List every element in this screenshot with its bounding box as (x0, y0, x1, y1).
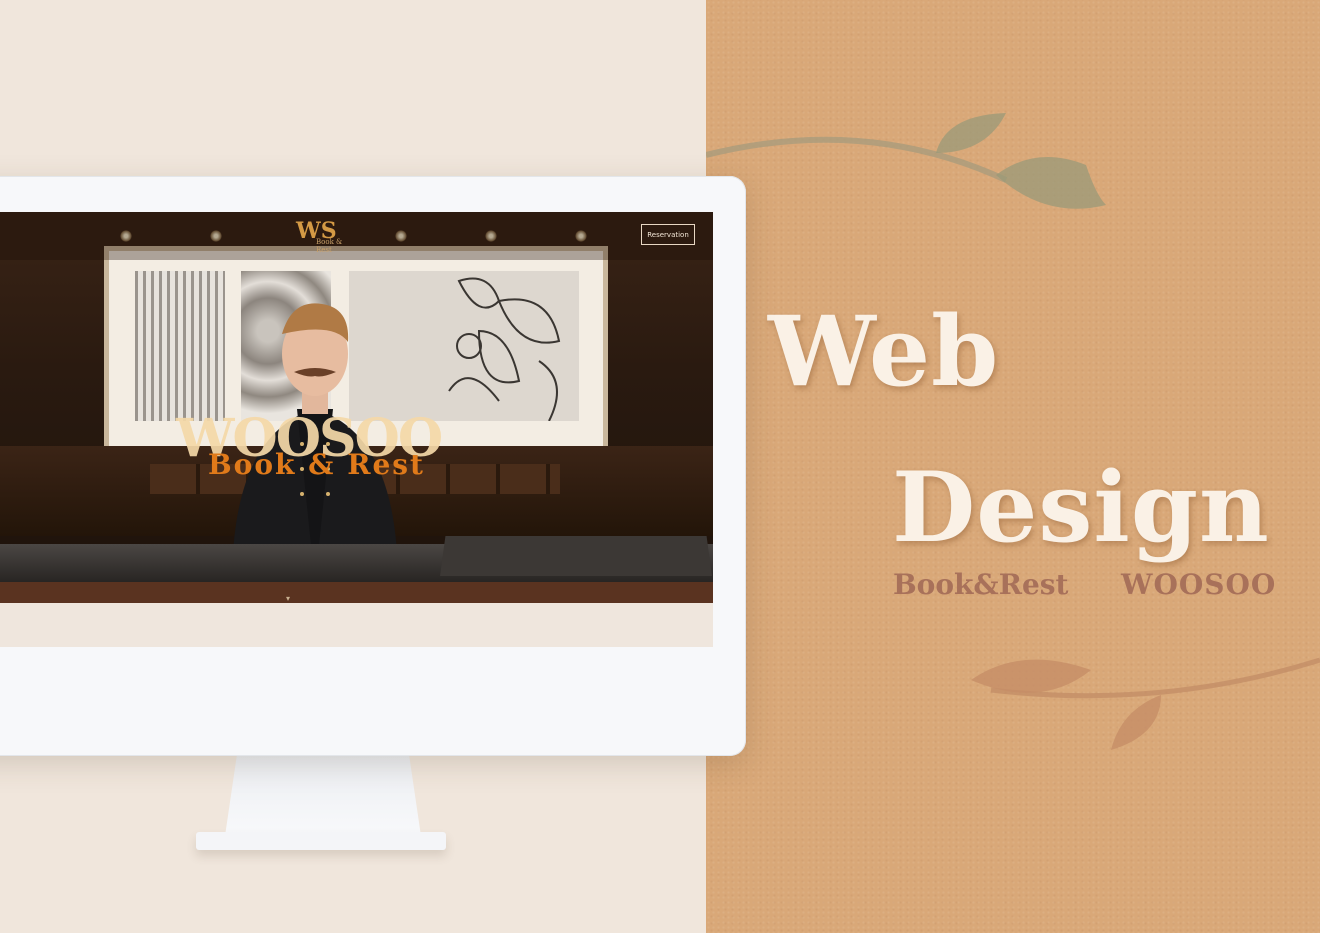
monitor-stand-base (196, 832, 446, 850)
headline-web: Web (768, 295, 1000, 408)
leaf-branch-icon (971, 657, 1320, 750)
website-screen: WOOSOO Book & Rest WS Book & Rest Reserv… (0, 212, 713, 647)
site-logo[interactable]: WS Book & Rest (296, 218, 346, 254)
subtitle-book-rest: Book&Rest (893, 568, 1069, 601)
leaf-branch-icon (706, 113, 1106, 209)
reservation-button[interactable]: Reservation (641, 224, 695, 245)
monitor-stand (225, 756, 421, 836)
subtitle-woosoo: WOOSOO (1121, 568, 1277, 601)
scroll-down-icon[interactable]: ▾ (286, 594, 290, 603)
headline-design: Design (892, 451, 1270, 564)
hero-section: WOOSOO Book & Rest WS Book & Rest Reserv… (0, 212, 713, 603)
site-nav (0, 212, 713, 260)
hero-tagline: Book & Rest (208, 448, 425, 481)
